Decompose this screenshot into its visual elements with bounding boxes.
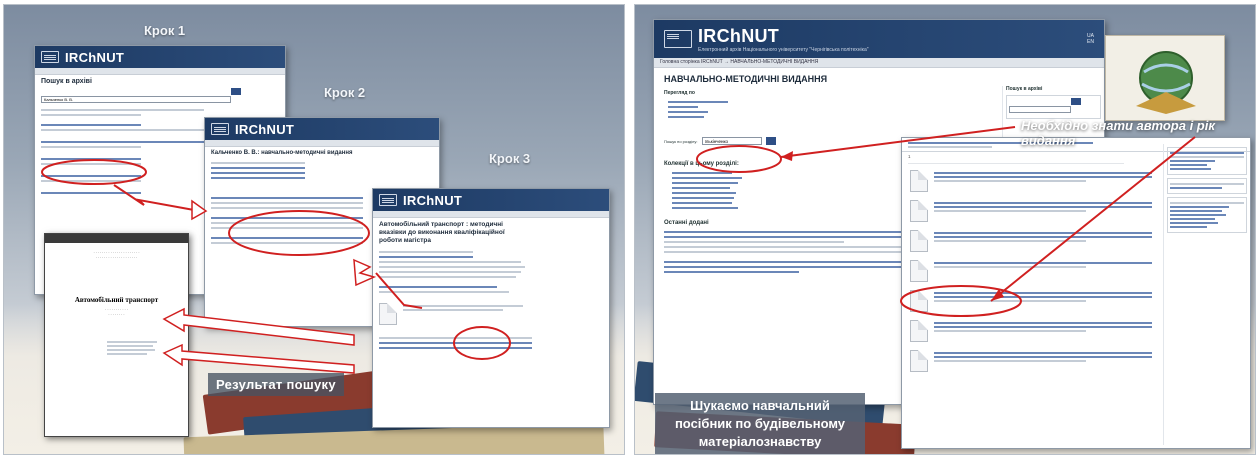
result-item[interactable] [902, 316, 1160, 346]
slide-left: Крок 1 Крок 2 Крок 3 IRChNUT Пошук в арх… [3, 4, 625, 455]
search-button[interactable] [231, 88, 242, 95]
section-search-input[interactable] [701, 137, 762, 145]
file-icon [910, 230, 928, 252]
item-window: IRChNUT Автомобільний транспорт : методи… [372, 188, 610, 428]
breadcrumb[interactable]: Головна сторінка IRChNUT → НАВЧАЛЬНО-МЕТ… [654, 58, 1104, 68]
step-2-label: Крок 2 [324, 85, 366, 100]
doc-title: Автомобільний транспорт [74, 296, 159, 304]
side-search-title: Пошук в архіві [1006, 86, 1043, 92]
library-emblem [1105, 35, 1225, 121]
item-title: Автомобільний транспорт : методичні вказ… [379, 221, 505, 244]
step-1-label: Крок 1 [144, 23, 186, 38]
side-search-input[interactable] [1009, 106, 1072, 113]
language-switch[interactable]: UA EN [1087, 33, 1094, 45]
library-globe-icon [1136, 51, 1196, 114]
file-icon [910, 200, 928, 222]
section-search-button[interactable] [765, 137, 776, 145]
result-item[interactable] [902, 346, 1160, 376]
brand: IRChNUT [698, 25, 780, 46]
result-label: Результат пошуку [208, 373, 344, 396]
hint-note: Необхідно знати автора і рік видання [1021, 118, 1215, 148]
results-window: 1 [901, 137, 1251, 449]
file-icon [910, 290, 928, 312]
brand: IRChNUT [403, 192, 463, 208]
result-item[interactable] [902, 226, 1160, 256]
slide-right: IRChNUT Електронний архів Національного … [634, 4, 1256, 455]
archive-logo-icon [379, 194, 397, 206]
subtitle: Електронний архів Національного універси… [698, 46, 869, 53]
archive-logo-icon [41, 51, 59, 63]
result-item[interactable] [902, 286, 1160, 316]
result-item-target[interactable] [902, 256, 1160, 286]
brand: IRChNUT [235, 121, 295, 137]
search-title: Пошук в архіві [41, 78, 92, 85]
side-search-button[interactable] [1071, 98, 1082, 105]
author-title: Кальченко В. В.: навчально-методичні вид… [211, 150, 353, 156]
file-icon [910, 320, 928, 342]
file-icon [910, 170, 928, 192]
result-item[interactable] [902, 166, 1160, 196]
step-3-label: Крок 3 [489, 151, 531, 166]
caption: Шукаємо навчальний посібник по будівельн… [655, 393, 865, 454]
brand: IRChNUT [65, 49, 125, 65]
search-input[interactable] [41, 96, 232, 103]
result-item[interactable] [902, 196, 1160, 226]
archive-logo-icon [211, 123, 229, 135]
archive-logo-icon [664, 30, 692, 48]
file-icon [910, 350, 928, 372]
document-preview: · · · · · · · · · · · · · · · · · · · · … [44, 233, 189, 437]
file-icon[interactable] [379, 303, 397, 325]
file-icon [910, 260, 928, 282]
